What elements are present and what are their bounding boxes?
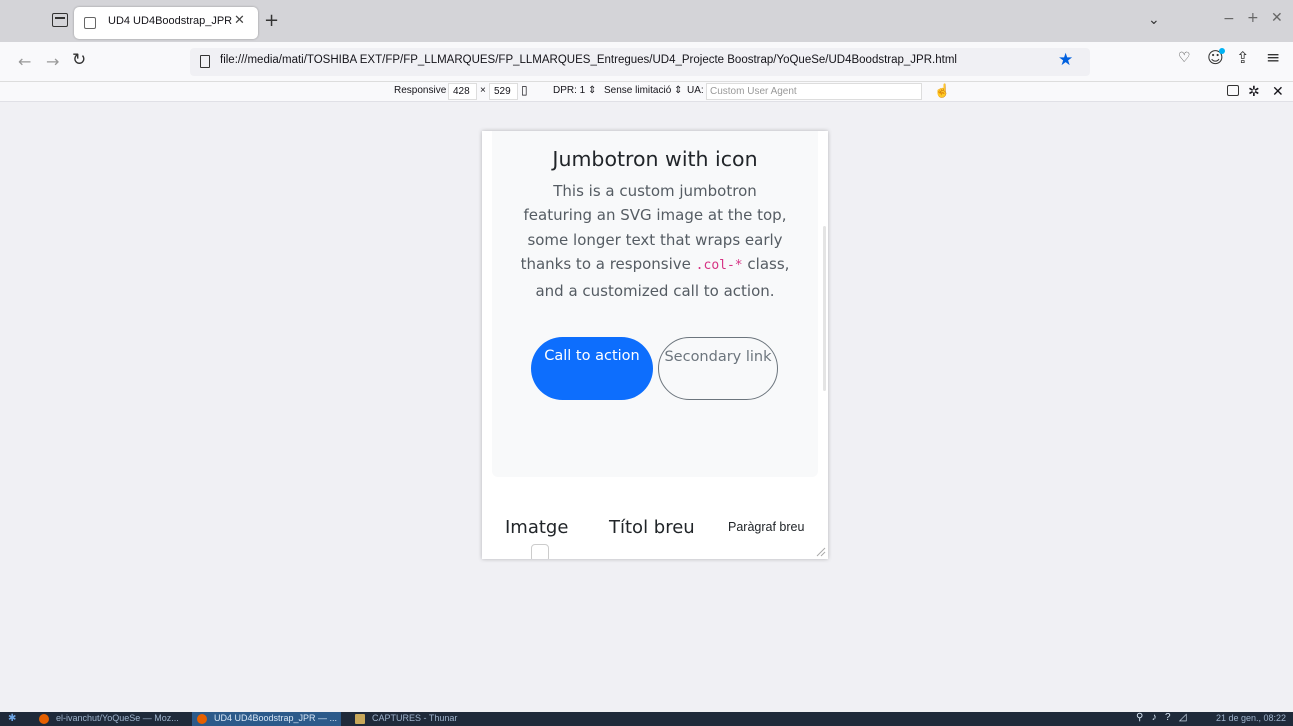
os-taskbar: ✱ el-ivanchut/YoQueSe — Moz... UD4 UD4Bo… bbox=[0, 712, 1293, 726]
taskbar-task-label: CAPTURES - Thunar bbox=[372, 713, 458, 723]
taskbar-task-firefox-2[interactable]: UD4 UD4Boodstrap_JPR — ... bbox=[192, 712, 342, 726]
taskbar-task-thunar[interactable]: CAPTURES - Thunar bbox=[350, 712, 461, 726]
rotate-icon[interactable]: ▯ bbox=[521, 83, 528, 97]
rdm-throttle-select[interactable]: Sense limitació ⇕ bbox=[604, 85, 682, 96]
plus-icon[interactable]: + bbox=[264, 10, 279, 31]
start-menu-icon[interactable]: ✱ bbox=[8, 713, 16, 724]
settings-icon[interactable]: ✲ bbox=[1248, 83, 1260, 100]
jumbotron: Jumbotron with icon This is a custom jum… bbox=[492, 131, 818, 477]
volume-icon[interactable]: ◿ bbox=[1179, 712, 1187, 723]
url-bar[interactable]: file:///media/mati/TOSHIBA EXT/FP/FP_LLM… bbox=[190, 48, 1090, 76]
rdm-toolbar: Responsive ⇕ 428 × 529 ▯ DPR: 1 ⇕ Sense … bbox=[0, 82, 1293, 102]
feature-title-heading: Títol breu bbox=[609, 517, 695, 538]
call-to-action-button[interactable]: Call to action bbox=[531, 337, 653, 400]
feature-image-heading: Imatge bbox=[505, 517, 569, 538]
viewport-scrollbar[interactable] bbox=[823, 226, 826, 391]
secondary-link-button[interactable]: Secondary link bbox=[658, 337, 778, 400]
account-badge bbox=[1219, 48, 1225, 54]
rdm-close-icon[interactable]: ✕ bbox=[1272, 83, 1284, 100]
rdm-dpr-label: DPR: 1 bbox=[553, 85, 586, 96]
maximize-icon[interactable]: + bbox=[1247, 10, 1259, 26]
taskbar-task-label: el-ivanchut/YoQueSe — Moz... bbox=[56, 713, 179, 723]
url-text[interactable]: file:///media/mati/TOSHIBA EXT/FP/FP_LLM… bbox=[220, 54, 957, 66]
rdm-width-input[interactable]: 428 bbox=[448, 83, 477, 100]
rdm-dpr-select[interactable]: DPR: 1 ⇕ bbox=[553, 85, 596, 96]
star-icon[interactable]: ★ bbox=[1058, 50, 1073, 70]
tab-title: UD4 UD4Boodstrap_JPR bbox=[108, 15, 233, 27]
navigation-bar: ← → ↻ file:///media/mati/TOSHIBA EXT/FP/… bbox=[0, 42, 1293, 82]
page-icon bbox=[200, 55, 210, 68]
taskbar-task-firefox-1[interactable]: el-ivanchut/YoQueSe — Moz... bbox=[34, 712, 183, 726]
extensions-icon[interactable]: ⇪ bbox=[1236, 48, 1249, 67]
rdm-times: × bbox=[480, 85, 486, 96]
device-viewport: Jumbotron with icon This is a custom jum… bbox=[482, 131, 828, 559]
reload-icon[interactable]: ↻ bbox=[72, 50, 86, 70]
close-icon[interactable]: ✕ bbox=[234, 13, 245, 28]
feature-paragraph-heading: Paràgraf breu bbox=[728, 520, 805, 534]
menu-icon[interactable]: ≡ bbox=[1266, 48, 1280, 68]
folder-icon bbox=[355, 714, 365, 724]
tab-bar: UD4 UD4Boodstrap_JPR ✕ + ⌄ − + ✕ bbox=[0, 0, 1293, 42]
tab-favicon-icon bbox=[84, 17, 96, 29]
rdm-ua-input[interactable]: Custom User Agent bbox=[706, 83, 922, 100]
help-icon[interactable]: ? bbox=[1165, 712, 1171, 723]
chevron-down-icon[interactable]: ⌄ bbox=[1148, 12, 1160, 28]
screenshot-icon[interactable] bbox=[1227, 85, 1239, 96]
rdm-height-input[interactable]: 529 bbox=[489, 83, 518, 100]
feature-image-placeholder bbox=[531, 544, 549, 559]
system-tray: ⚲ ♪ ? ◿ bbox=[1136, 712, 1187, 723]
touch-icon[interactable]: ☝ bbox=[934, 83, 950, 99]
resize-handle-icon[interactable] bbox=[816, 547, 826, 557]
rdm-ua-label: UA: bbox=[687, 85, 704, 96]
notification-icon[interactable]: ♪ bbox=[1152, 712, 1157, 723]
back-icon[interactable]: ← bbox=[18, 52, 31, 71]
taskbar-task-label: UD4 UD4Boodstrap_JPR — ... bbox=[214, 713, 338, 723]
jumbotron-title: Jumbotron with icon bbox=[552, 147, 758, 171]
forward-icon[interactable]: → bbox=[46, 52, 59, 71]
jumbotron-code: .col-* bbox=[695, 258, 743, 274]
jumbotron-text: This is a custom jumbotron featuring an … bbox=[518, 179, 792, 303]
network-icon[interactable]: ⚲ bbox=[1136, 712, 1143, 723]
firefox-icon bbox=[39, 714, 49, 724]
tab-list-icon[interactable] bbox=[52, 13, 68, 27]
browser-tab[interactable]: UD4 UD4Boodstrap_JPR ✕ bbox=[74, 7, 258, 39]
pocket-icon[interactable]: ♡ bbox=[1178, 50, 1191, 66]
window-close-icon[interactable]: ✕ bbox=[1271, 10, 1283, 26]
firefox-icon bbox=[197, 714, 207, 724]
clock: 21 de gen., 08:22 bbox=[1216, 713, 1287, 723]
rdm-preset-label: Responsive bbox=[394, 85, 447, 96]
rdm-throttle-label: Sense limitació bbox=[604, 85, 672, 96]
minimize-icon[interactable]: − bbox=[1223, 11, 1235, 27]
